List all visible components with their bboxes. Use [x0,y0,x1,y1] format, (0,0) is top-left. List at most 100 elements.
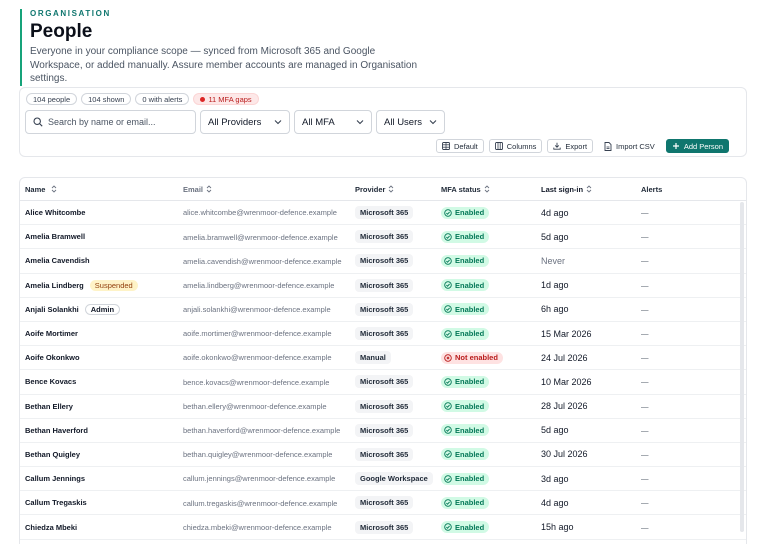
person-name[interactable]: Bethan Ellery [25,402,73,411]
sort-icon [206,185,212,193]
mfa-status-label: Enabled [455,425,485,435]
name-cell: Aoife Mortimer [20,329,178,338]
alerts-cell: — [641,232,649,242]
sort-icon [389,185,394,193]
table-row[interactable]: Chiedza Mbeki chiedza.mbeki@wrenmoor-defe… [20,515,746,540]
table-row[interactable]: Amelia Cavendish amelia.cavendish@wrenmoo… [20,249,746,274]
person-name[interactable]: Alice Whitcombe [25,208,85,217]
column-header-alerts: Alerts [636,185,736,194]
last-signin-cell: 24 Jul 2026 [541,352,588,363]
person-name[interactable]: Anjali Solankhi [25,305,79,314]
people-count-chip: 104 people [26,93,78,105]
table-row[interactable]: Alice Whitcombe alice.whitcombe@wrenmoor-… [20,201,746,226]
person-name[interactable]: Amelia Lindberg [25,281,84,290]
person-email: amelia.lindberg@wrenmoor-defence.example [183,280,335,290]
import-csv-button[interactable]: Import CSV [598,139,661,153]
person-name[interactable]: Amelia Cavendish [25,256,90,265]
columns-button[interactable]: Columns [488,139,543,153]
add-person-button[interactable]: Add Person [665,139,730,153]
name-cell: Alice Whitcombe [20,208,178,217]
table-row[interactable]: Bethan Quigley bethan.quigley@wrenmoor-de… [20,443,746,468]
alerts-cell: — [641,401,649,411]
column-header-name[interactable]: Name [20,185,178,194]
mfa-status-badge: Enabled [441,279,490,292]
provider-cell: Google Workspace [350,472,436,486]
mfa-cell: Not enabled [436,351,536,364]
mfa-cell: Enabled [436,448,536,461]
default-view-button[interactable]: Default [436,139,484,153]
mfa-status-label: Enabled [455,208,485,218]
mfa-status-label: Enabled [455,498,485,508]
search-box[interactable] [25,110,196,134]
provider-badge: Microsoft 365 [355,327,414,341]
table-row[interactable]: Callum Jennings callum.jennings@wrenmoor-… [20,467,746,492]
person-name[interactable]: Callum Jennings [25,474,85,483]
provider-badge: Microsoft 365 [355,302,414,316]
person-email: bethan.ellery@wrenmoor-defence.example [183,401,327,411]
sort-icon [484,185,490,193]
person-name[interactable]: Bethan Quigley [25,450,80,459]
column-header-email[interactable]: Email [178,185,350,194]
email-cell: aoife.mortimer@wrenmoor-defence.example [178,329,350,338]
person-name[interactable]: Bethan Haverford [25,426,88,435]
mfa-cell: Enabled [436,206,536,219]
page-description: Everyone in your compliance scope — sync… [30,46,418,84]
table-row[interactable]: Bence Kovacs bence.kovacs@wrenmoor-defenc… [20,370,746,395]
provider-filter-select[interactable]: All Providers [200,110,290,134]
person-email: bethan.quigley@wrenmoor-defence.example [183,450,333,460]
check-circle-icon [444,378,452,386]
mfa-gaps-chip[interactable]: 11 MFA gaps [193,93,259,105]
last-signin-cell: 28 Jul 2026 [541,401,588,412]
search-input[interactable] [48,117,188,127]
name-cell: Amelia Lindberg Suspended [20,279,178,291]
person-name[interactable]: Amelia Bramwell [25,232,85,241]
provider-badge: Microsoft 365 [355,496,414,510]
table-row[interactable]: Anjali Solankhi Admin anjali.solankhi@wren… [20,298,746,322]
plus-icon [672,143,679,149]
provider-cell: Microsoft 365 [350,327,436,341]
mfa-status-badge: Enabled [441,448,490,461]
mfa-cell: Enabled [436,230,536,243]
person-name[interactable]: Chiedza Mbeki [25,523,77,532]
column-header-last-signin[interactable]: Last sign-in [536,185,636,194]
provider-badge: Microsoft 365 [355,278,414,292]
provider-cell: Microsoft 365 [350,230,436,244]
name-cell: Bethan Ellery [20,402,178,411]
export-button[interactable]: Export [547,139,594,153]
table-row[interactable]: Bethan Ellery bethan.ellery@wrenmoor-defe… [20,395,746,419]
person-name[interactable]: Bence Kovacs [25,377,76,386]
column-header-provider-label: Provider [355,184,386,194]
person-name[interactable]: Callum Tregaskis [25,498,87,507]
users-filter-select[interactable]: All Users [376,110,445,134]
table-row[interactable]: Aoife Mortimer aoife.mortimer@wrenmoor-de… [20,322,746,347]
mfa-status-badge: Enabled [441,327,490,340]
table-row[interactable]: Amelia Lindberg Suspended amelia.lindberg@… [20,274,746,298]
grid-icon [442,142,450,150]
admin-badge: Admin [84,303,121,315]
table-row[interactable]: Aoife Okonkwo aoife.okonkwo@wrenmoor-defe… [20,346,746,371]
person-name[interactable]: Aoife Mortimer [25,329,78,338]
mfa-filter-select[interactable]: All MFA [294,110,372,134]
table-scrollbar[interactable] [740,202,744,532]
users-filter-value: All Users [384,116,423,128]
column-header-mfa[interactable]: MFA status [436,185,536,194]
summary-chips: 104 people 104 shown 0 with alerts 11 MF… [26,93,259,105]
alerts-cell: — [641,208,649,218]
table-row[interactable]: Callum Tregaskis callum.tregaskis@wrenmoo… [20,491,746,516]
column-header-alerts-label: Alerts [641,184,663,194]
table-row[interactable]: Amelia Bramwell amelia.bramwell@wrenmoor-… [20,225,746,250]
check-circle-icon [444,305,452,314]
column-header-provider[interactable]: Provider [350,185,436,194]
name-cell: Callum Tregaskis [20,498,178,507]
email-cell: amelia.cavendish@wrenmoor-defence.exampl… [178,256,350,266]
alerts-count-chip: 0 with alerts [135,93,190,105]
table-row[interactable]: Bethan Haverford bethan.haverford@wrenmoo… [20,419,746,443]
check-circle-icon [444,450,452,459]
name-cell: Aoife Okonkwo [20,353,178,362]
mfa-status-label: Enabled [455,232,485,242]
mfa-cell: Enabled [436,496,536,509]
person-email: alice.whitcombe@wrenmoor-defence.example [183,208,337,218]
provider-badge: Microsoft 365 [355,206,414,220]
person-name[interactable]: Aoife Okonkwo [25,353,80,362]
default-view-label: Default [454,141,478,151]
